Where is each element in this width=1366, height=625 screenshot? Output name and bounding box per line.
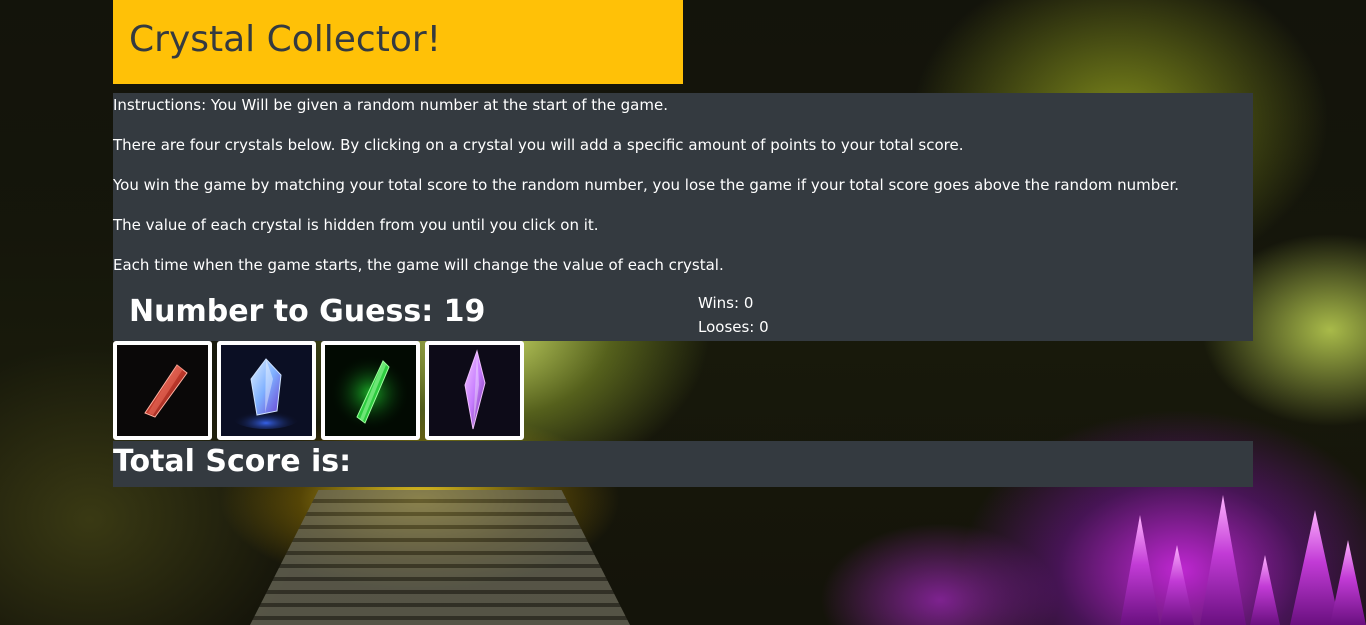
blue-crystal-button[interactable] xyxy=(217,341,316,440)
title-banner: Crystal Collector! xyxy=(113,0,683,84)
instruction-line: The value of each crystal is hidden from… xyxy=(113,216,599,234)
instruction-line: Instructions: You Will be given a random… xyxy=(113,96,668,114)
total-score-panel: Total Score is: xyxy=(113,441,1253,487)
purple-crystal-icon xyxy=(429,345,520,436)
number-to-guess: Number to Guess: 19 xyxy=(129,294,486,329)
wins-count: Wins: 0 xyxy=(698,294,754,312)
blue-crystal-icon xyxy=(221,345,312,436)
game-container: Crystal Collector! Instructions: You Wil… xyxy=(113,0,1253,487)
green-crystal-button[interactable] xyxy=(321,341,420,440)
total-score: Total Score is: xyxy=(113,444,352,479)
losses-count: Looses: 0 xyxy=(698,318,769,336)
crystal-row xyxy=(113,341,529,441)
purple-crystal-button[interactable] xyxy=(425,341,524,440)
page-title: Crystal Collector! xyxy=(129,19,442,60)
instructions-list: Instructions: You Will be given a random… xyxy=(113,93,1253,293)
instructions-panel: Instructions: You Will be given a random… xyxy=(113,93,1253,341)
green-crystal-icon xyxy=(325,345,416,436)
instruction-line: Each time when the game starts, the game… xyxy=(113,256,724,274)
background-crystals xyxy=(1090,490,1366,625)
red-crystal-icon xyxy=(117,345,208,436)
guess-row: Number to Guess: 19 Wins: 0 Looses: 0 xyxy=(113,289,1253,341)
red-crystal-button[interactable] xyxy=(113,341,212,440)
score-stats: Wins: 0 Looses: 0 xyxy=(698,291,769,339)
instruction-line: There are four crystals below. By clicki… xyxy=(113,136,964,154)
background-stairs xyxy=(250,490,630,625)
instruction-line: You win the game by matching your total … xyxy=(113,176,1180,194)
